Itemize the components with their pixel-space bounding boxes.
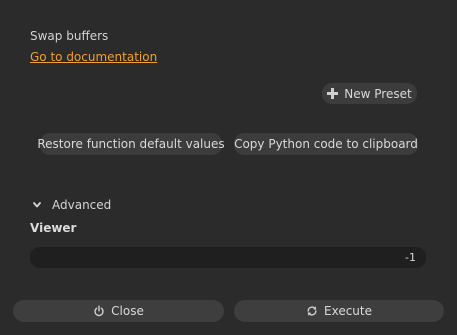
new-preset-button[interactable]: New Preset [322, 83, 417, 104]
advanced-toggle[interactable]: Advanced [32, 198, 111, 212]
close-label: Close [111, 304, 144, 318]
viewer-number-field[interactable]: -1 [30, 247, 426, 268]
copy-python-button[interactable]: Copy Python code to clipboard [234, 133, 418, 155]
refresh-icon [307, 306, 317, 316]
documentation-link[interactable]: Go to documentation [30, 50, 157, 64]
restore-defaults-label: Restore function default values [37, 137, 225, 151]
execute-label: Execute [324, 304, 372, 318]
restore-defaults-button[interactable]: Restore function default values [37, 133, 225, 155]
advanced-label: Advanced [52, 198, 112, 212]
operator-description: Swap buffers [30, 29, 109, 43]
execute-button[interactable]: Execute [234, 300, 444, 322]
viewer-value: -1 [405, 251, 416, 264]
viewer-label: Viewer [30, 221, 77, 235]
chevron-down-icon [33, 202, 41, 208]
plus-icon [327, 88, 339, 99]
new-preset-label: New Preset [344, 86, 412, 101]
close-button[interactable]: Close [13, 300, 224, 322]
power-icon [94, 305, 104, 317]
copy-python-label: Copy Python code to clipboard [234, 137, 418, 151]
